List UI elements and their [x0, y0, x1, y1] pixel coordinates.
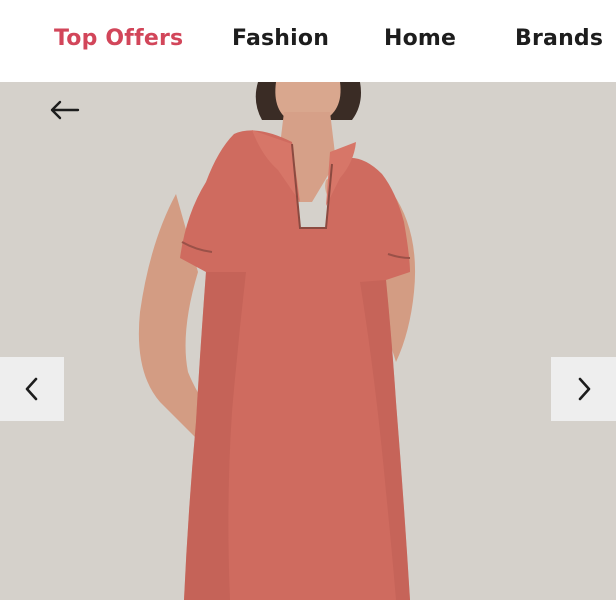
product-image-carousel[interactable] [0, 82, 616, 600]
nav-top-offers[interactable]: Top Offers [54, 22, 183, 56]
chevron-right-icon [578, 377, 590, 401]
carousel-prev-button[interactable] [0, 357, 64, 421]
nav-home[interactable]: Home [384, 22, 456, 56]
nav-brands[interactable]: Brands [515, 22, 603, 56]
carousel-next-button[interactable] [551, 357, 616, 421]
back-button[interactable] [44, 94, 84, 126]
product-photo [0, 82, 616, 600]
chevron-left-icon [25, 377, 38, 401]
arrow-left-icon [50, 100, 80, 120]
top-navigation: Top Offers Fashion Home Brands [0, 0, 616, 82]
nav-fashion[interactable]: Fashion [232, 22, 329, 56]
